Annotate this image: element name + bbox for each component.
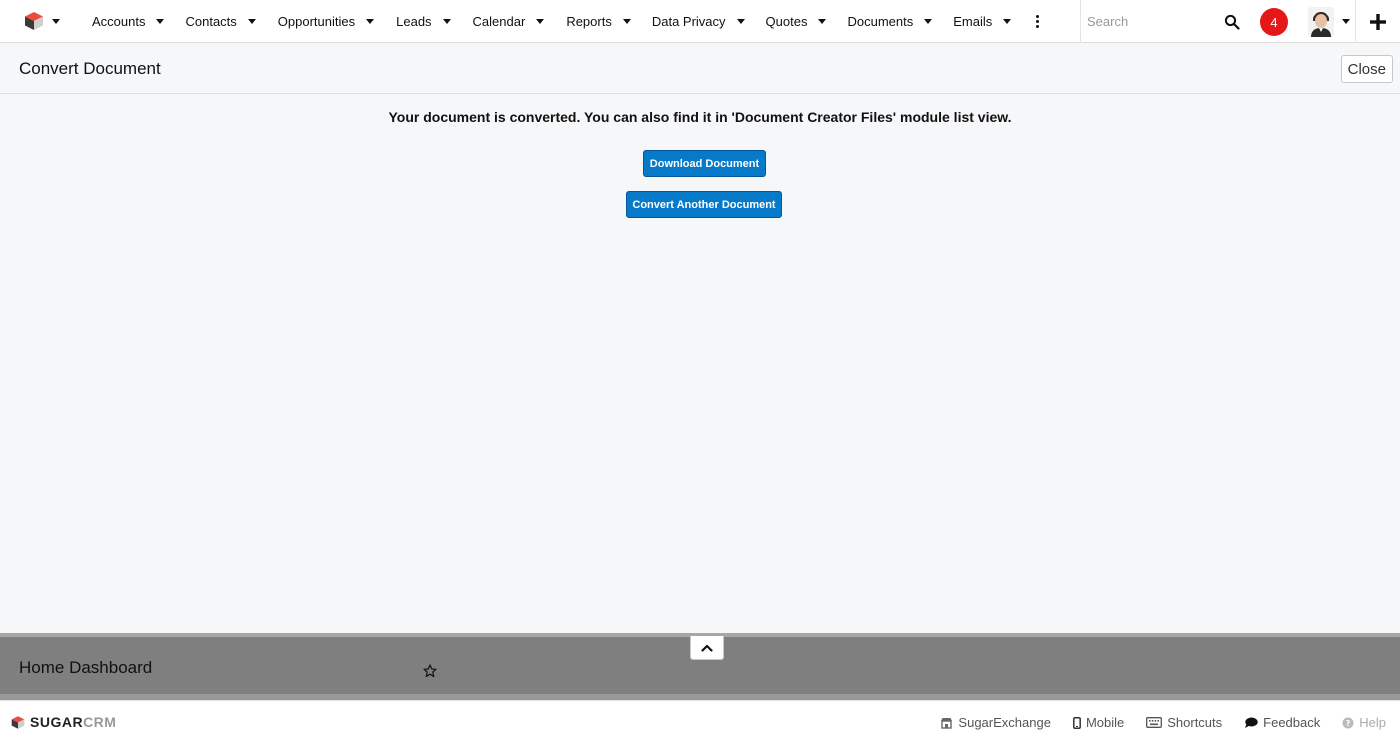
user-menu[interactable] (1308, 6, 1350, 37)
nav-item-emails[interactable]: Emails (953, 0, 1012, 43)
chevron-down-icon[interactable] (1003, 18, 1012, 24)
nav-item-label: Calendar (472, 13, 526, 29)
footer-link-label: Feedback (1263, 715, 1321, 730)
chevron-up-icon (701, 644, 713, 652)
notifications-badge[interactable]: 4 (1260, 8, 1288, 36)
nav-item-label: Opportunities (277, 13, 356, 29)
shortcuts-link[interactable]: Shortcuts (1146, 715, 1222, 730)
mobile-link[interactable]: Mobile (1072, 715, 1125, 730)
plus-icon (1370, 13, 1386, 30)
page-title: Convert Document (19, 59, 161, 78)
help-icon: ? (1342, 717, 1354, 728)
star-icon[interactable] (423, 664, 437, 678)
keyboard-icon (1146, 717, 1163, 728)
avatar (1308, 6, 1334, 37)
search-icon[interactable] (1224, 14, 1240, 30)
dashboard-toggle-button[interactable] (690, 636, 724, 660)
chevron-down-icon (1342, 19, 1350, 24)
nav-item-label: Contacts (185, 13, 237, 29)
help-link[interactable]: ? Help (1342, 715, 1386, 730)
nav-item-contacts[interactable]: Contacts (185, 0, 256, 43)
nav-item-documents[interactable]: Documents (847, 0, 933, 43)
footer-links: SugarExchange Mobile Shortcuts Feedback … (918, 715, 1386, 730)
nav-item-data-privacy[interactable]: Data Privacy (652, 0, 745, 43)
footer-link-label: Mobile (1085, 715, 1125, 730)
footer-link-label: SugarExchange (958, 715, 1051, 730)
top-navigation-bar: Accounts Contacts Opportunities Leads Ca… (0, 0, 1400, 43)
home-menu-button[interactable] (0, 0, 80, 43)
mobile-phone-icon (1072, 716, 1081, 729)
nav-item-opportunities[interactable]: Opportunities (277, 0, 375, 43)
chevron-down-icon[interactable] (736, 18, 745, 24)
chevron-down-icon (52, 18, 60, 24)
more-modules-icon[interactable] (1033, 0, 1041, 43)
sugar-cube-logo-icon (25, 12, 43, 30)
footer: SUGARCRM SugarExchange Mobile Shortcuts … (0, 700, 1400, 744)
sugarexchange-link[interactable]: SugarExchange (940, 715, 1051, 730)
chevron-down-icon[interactable] (247, 18, 256, 24)
nav-item-label: Accounts (92, 13, 146, 29)
nav-item-label: Emails (953, 13, 993, 29)
chevron-down-icon[interactable] (818, 18, 827, 24)
chevron-down-icon[interactable] (622, 18, 631, 24)
nav-item-label: Data Privacy (651, 13, 726, 29)
page-header: Convert Document Close (0, 44, 1400, 94)
footer-link-label: Shortcuts (1167, 715, 1223, 730)
chevron-down-icon[interactable] (924, 18, 933, 24)
feedback-link[interactable]: Feedback (1244, 715, 1320, 730)
dashboard-bar: Home Dashboard (0, 636, 1400, 694)
logo-wordmark: SUGARCRM (30, 714, 117, 730)
quick-create-button[interactable] (1355, 0, 1400, 43)
nav-item-calendar[interactable]: Calendar (473, 0, 545, 43)
main-content: Your document is converted. You can also… (0, 95, 1400, 633)
close-button[interactable]: Close (1340, 55, 1393, 83)
download-document-button[interactable]: Download Document (643, 150, 766, 177)
nav-item-label: Leads (396, 13, 432, 29)
chevron-down-icon[interactable] (366, 18, 375, 24)
module-menu: Accounts Contacts Opportunities Leads Ca… (92, 0, 1041, 43)
sugar-cube-logo-icon (11, 715, 25, 729)
convert-another-document-button[interactable]: Convert Another Document (626, 191, 782, 218)
store-icon (941, 717, 953, 729)
sugarcrm-logo[interactable]: SUGARCRM (11, 714, 116, 730)
footer-link-label: Help (1359, 715, 1386, 730)
nav-item-reports[interactable]: Reports (566, 0, 631, 43)
conversion-message: Your document is converted. You can also… (388, 109, 1012, 125)
chevron-down-icon[interactable] (442, 18, 451, 24)
chevron-down-icon[interactable] (156, 18, 165, 24)
global-search (1080, 0, 1250, 43)
speech-bubble-icon (1245, 717, 1258, 728)
chevron-down-icon[interactable] (536, 18, 545, 24)
svg-text:?: ? (1346, 719, 1351, 728)
nav-item-quotes[interactable]: Quotes (766, 0, 827, 43)
search-input[interactable] (1087, 14, 1217, 29)
nav-item-label: Documents (847, 13, 914, 29)
nav-item-label: Quotes (765, 13, 808, 29)
nav-item-label: Reports (566, 13, 612, 29)
nav-item-accounts[interactable]: Accounts (92, 0, 165, 43)
nav-item-leads[interactable]: Leads (396, 0, 451, 43)
dashboard-title: Home Dashboard (19, 658, 153, 677)
